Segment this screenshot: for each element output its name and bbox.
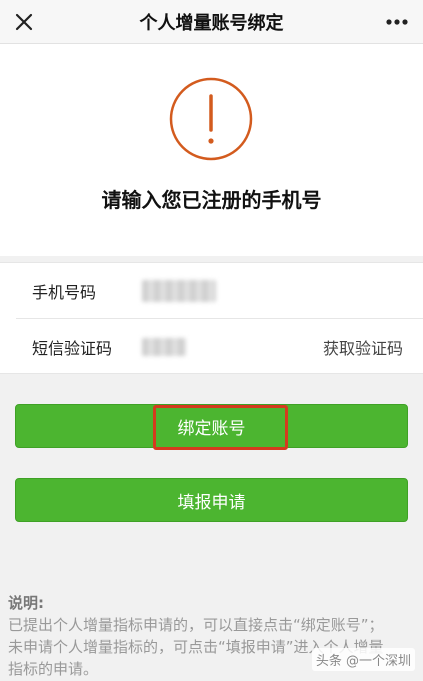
phone-row: 手机号码 <box>0 263 423 319</box>
navigation-bar: 个人增量账号绑定 <box>0 0 423 44</box>
sms-code-row: 短信验证码 获取验证码 <box>0 319 423 375</box>
note-line: 已提出个人增量指标申请的，可以直接点击“绑定账号”； <box>8 616 384 634</box>
note-title: 说明: <box>8 594 44 612</box>
close-icon <box>15 13 33 31</box>
instruction-text: 请输入您已注册的手机号 <box>101 188 322 212</box>
apply-button[interactable]: 填报申请 <box>15 478 408 522</box>
more-button[interactable] <box>383 8 411 36</box>
bind-account-button[interactable]: 绑定账号 <box>15 404 408 448</box>
warning-section: 请输入您已注册的手机号 <box>0 44 423 256</box>
close-button[interactable] <box>10 8 38 36</box>
phone-label: 手机号码 <box>32 283 97 302</box>
phone-input[interactable] <box>142 280 216 302</box>
sms-code-input[interactable] <box>142 338 186 356</box>
binding-form: 手机号码 短信验证码 获取验证码 <box>0 262 423 374</box>
page: 个人增量账号绑定 请输入您已注册的手机号 手机号码 短信验证码 获取验证码 绑定… <box>0 0 423 681</box>
get-code-button[interactable]: 获取验证码 <box>323 335 403 359</box>
sms-code-label: 短信验证码 <box>32 339 113 358</box>
watermark: 头条 @一个深圳 <box>311 648 415 671</box>
page-title: 个人增量账号绑定 <box>139 12 284 34</box>
more-icon <box>386 19 408 25</box>
warning-icon <box>169 77 253 161</box>
